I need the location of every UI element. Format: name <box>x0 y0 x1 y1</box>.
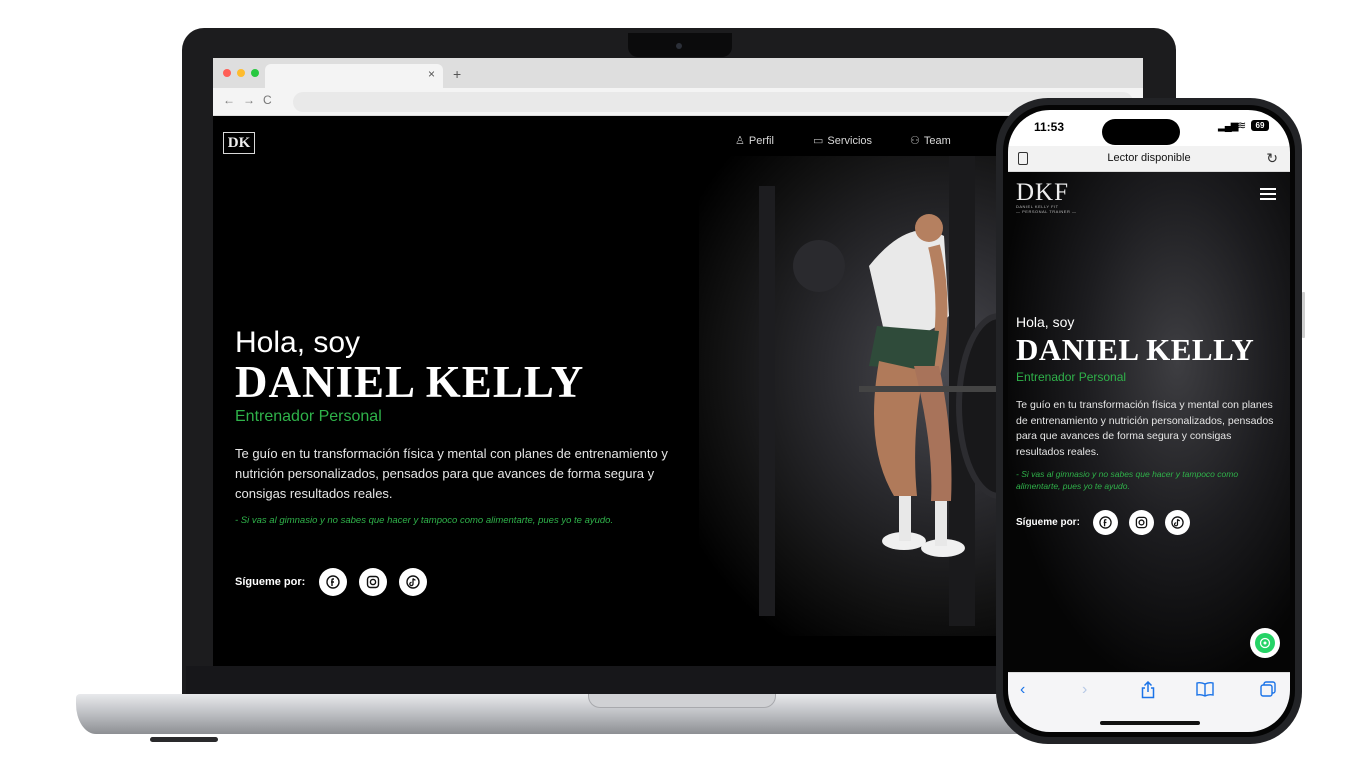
forward-button[interactable]: › <box>1082 681 1087 699</box>
mobile-hero-description: Te guío en tu transformación física y me… <box>1016 399 1274 458</box>
forward-icon[interactable]: → <box>243 93 255 107</box>
new-tab-icon[interactable]: + <box>453 66 461 82</box>
reload-icon[interactable]: C <box>263 93 272 107</box>
hamburger-menu-icon[interactable] <box>1260 188 1276 200</box>
home-indicator[interactable] <box>1100 721 1200 725</box>
briefcase-icon: ▭ <box>813 135 824 147</box>
facebook-icon[interactable] <box>1092 510 1118 535</box>
bookmarks-icon[interactable] <box>1196 681 1214 702</box>
status-time: 11:53 <box>1034 120 1065 134</box>
signal-icon: ▂▄▆ <box>1218 121 1238 132</box>
minimize-window-icon[interactable] <box>237 69 245 77</box>
laptop-foot <box>150 737 218 742</box>
hero-name: DANIEL KELLY <box>235 357 585 407</box>
social-follow: Sígueme por: <box>235 568 428 596</box>
hero-role: Entrenador Personal <box>235 408 382 425</box>
close-window-icon[interactable] <box>223 69 231 77</box>
mobile-logo-subtitle: DANIEL KELLY FIT — PERSONAL TRAINER — <box>1016 204 1076 214</box>
phone-address-bar[interactable]: Lector disponible ↻ <box>1008 146 1290 172</box>
nav-servicios-label: Servicios <box>827 134 873 147</box>
back-button[interactable]: ‹ <box>1020 681 1025 699</box>
wifi-icon: ≋ <box>1237 120 1247 132</box>
logo-tagline: — PERSONAL TRAINER — <box>1016 209 1077 214</box>
phone-side-button <box>1302 292 1305 338</box>
nav-perfil[interactable]: ♙ Perfil <box>735 134 774 148</box>
mobile-follow-label: Sígueme por: <box>1016 517 1080 528</box>
nav-servicios[interactable]: ▭ Servicios <box>813 134 873 148</box>
whatsapp-button[interactable] <box>1250 628 1280 658</box>
tabs-icon[interactable] <box>1260 681 1276 702</box>
mobile-hero-quote: - Si vas al gimnasio y no sabes que hace… <box>1016 469 1239 491</box>
site-logo[interactable]: DK <box>223 132 255 154</box>
tab-close-icon[interactable]: × <box>428 67 435 81</box>
nav-perfil-label: Perfil <box>748 134 774 147</box>
mobile-hero-greeting: Hola, soy <box>1016 314 1075 330</box>
mobile-hero-name: DANIEL KELLY <box>1016 332 1255 367</box>
whatsapp-icon <box>1255 633 1275 653</box>
instagram-icon[interactable] <box>1128 510 1154 535</box>
safari-toolbar: ‹ › <box>1008 672 1290 732</box>
mockup-stage: × + ← → C DK ♙ Perfil ▭ Servicios ⚇ Team… <box>0 0 1366 768</box>
mobile-site-logo[interactable]: DKF <box>1016 180 1069 205</box>
mobile-social-follow: Sígueme por: <box>1016 510 1190 535</box>
phone-screen: 11:53 ▂▄▆ ≋ 69 Lector disponible ↻ DKF D… <box>1008 110 1290 732</box>
instagram-icon[interactable] <box>359 568 388 596</box>
laptop-camera <box>676 43 682 49</box>
tiktok-icon[interactable] <box>399 568 428 596</box>
maximize-window-icon[interactable] <box>251 69 259 77</box>
mobile-hero-role: Entrenador Personal <box>1016 370 1127 384</box>
reader-available-text: Lector disponible <box>1107 152 1191 164</box>
browser-tab[interactable]: × <box>265 64 443 88</box>
laptop-lid-groove <box>588 694 776 708</box>
status-bar: 11:53 ▂▄▆ ≋ 69 <box>1008 110 1290 146</box>
address-bar[interactable] <box>293 92 1133 112</box>
share-icon[interactable] <box>1140 680 1156 704</box>
person-icon: ♙ <box>735 135 745 147</box>
hero-description: Te guío en tu transformación física y me… <box>235 446 668 501</box>
browser-tab-bar: × + <box>213 58 1143 88</box>
hero-quote: - Si vas al gimnasio y no sabes que hace… <box>235 515 614 526</box>
mobile-website: DKF DANIEL KELLY FIT — PERSONAL TRAINER … <box>1008 172 1290 672</box>
browser-toolbar: ← → C <box>213 88 1143 116</box>
facebook-icon[interactable] <box>319 568 348 596</box>
follow-label: Sígueme por: <box>235 576 306 588</box>
team-icon: ⚇ <box>910 135 920 147</box>
tiktok-icon[interactable] <box>1164 510 1190 535</box>
back-icon[interactable]: ← <box>223 93 235 107</box>
dynamic-island <box>1102 119 1180 145</box>
battery-icon: 69 <box>1251 120 1269 131</box>
refresh-icon[interactable]: ↻ <box>1266 150 1278 167</box>
hero-greeting: Hola, soy <box>235 326 361 359</box>
nav-team[interactable]: ⚇ Team <box>910 134 951 148</box>
nav-team-label: Team <box>923 134 951 147</box>
